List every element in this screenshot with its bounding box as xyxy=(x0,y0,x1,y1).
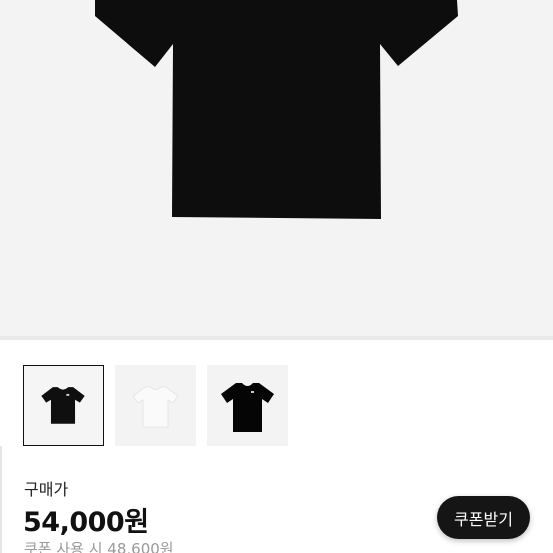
get-coupon-button[interactable]: 쿠폰받기 xyxy=(437,496,530,539)
thumbnail-black-tshirt[interactable] xyxy=(23,365,104,446)
tshirt-icon xyxy=(221,383,274,432)
tshirt-icon xyxy=(41,387,85,424)
panel-edge xyxy=(0,446,2,553)
thumbnail-black-tshirt-2[interactable] xyxy=(207,365,288,446)
image-divider xyxy=(0,336,553,340)
product-main-image xyxy=(0,0,553,336)
price-label: 구매가 xyxy=(24,480,69,499)
coupon-price: 쿠폰 사용 시 48,600원 xyxy=(24,540,174,553)
thumbnail-white-tshirt[interactable] xyxy=(115,365,196,446)
tshirt-icon xyxy=(132,386,179,428)
black-tshirt-image xyxy=(95,0,458,219)
product-price: 54,000원 xyxy=(23,507,149,538)
